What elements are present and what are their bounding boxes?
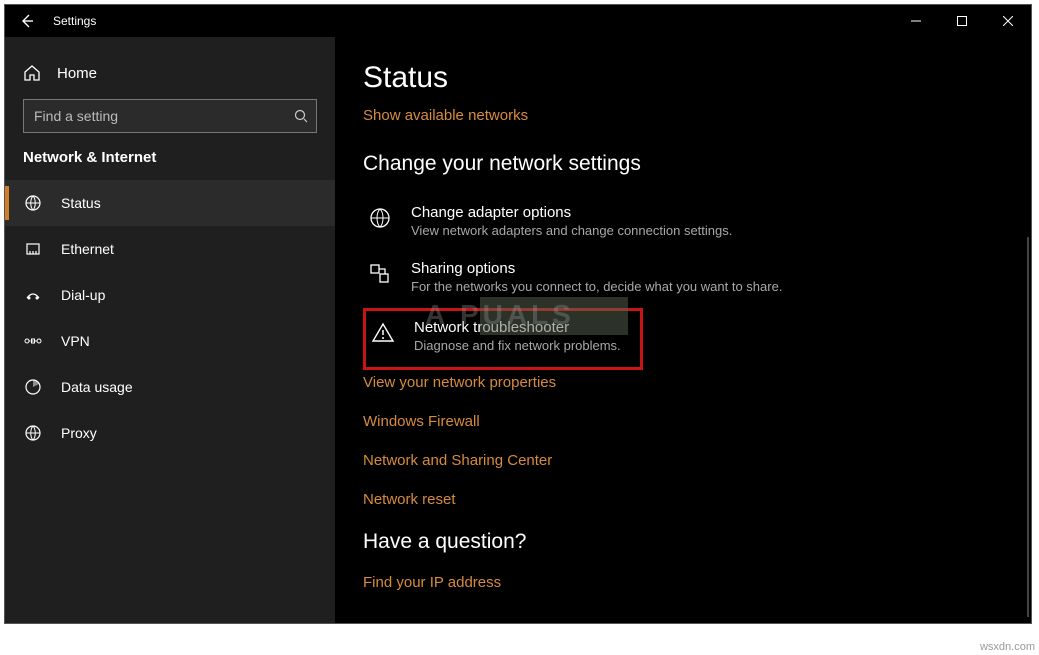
arrow-left-icon: [19, 13, 35, 29]
page-title: Status: [363, 61, 1003, 95]
search-input[interactable]: [34, 108, 294, 124]
main-content: Status Show available networks Change yo…: [335, 37, 1031, 623]
globe-icon: [23, 194, 43, 212]
search-box[interactable]: [23, 99, 317, 133]
option-title: Sharing options: [411, 260, 782, 277]
dialup-icon: [23, 286, 43, 304]
option-desc: For the networks you connect to, decide …: [411, 279, 782, 294]
back-button[interactable]: [5, 5, 49, 37]
sidebar-item-label: Proxy: [61, 425, 97, 441]
change-settings-heading: Change your network settings: [363, 152, 1003, 176]
window-title: Settings: [53, 14, 96, 28]
sidebar-item-vpn[interactable]: VPN: [5, 318, 335, 364]
maximize-icon: [957, 16, 967, 26]
category-label: Network & Internet: [5, 149, 335, 166]
adapter-icon: [367, 206, 393, 230]
maximize-button[interactable]: [939, 5, 985, 37]
window-body: Home Network & Internet Status Ethernet: [5, 37, 1031, 623]
ethernet-icon: [23, 240, 43, 258]
option-troubleshooter[interactable]: Network troubleshooter Diagnose and fix …: [363, 308, 643, 370]
home-icon: [23, 64, 41, 82]
link-sharing-center[interactable]: Network and Sharing Center: [363, 452, 1003, 469]
option-change-adapter[interactable]: Change adapter options View network adap…: [363, 196, 1003, 252]
proxy-icon: [23, 424, 43, 442]
link-find-ip[interactable]: Find your IP address: [363, 574, 501, 591]
sidebar-item-dialup[interactable]: Dial-up: [5, 272, 335, 318]
question-heading: Have a question?: [363, 530, 1003, 554]
show-networks-link[interactable]: Show available networks: [363, 107, 528, 124]
option-title: Change adapter options: [411, 204, 732, 221]
sidebar-item-proxy[interactable]: Proxy: [5, 410, 335, 456]
minimize-icon: [911, 16, 921, 26]
sidebar-item-label: VPN: [61, 333, 90, 349]
search-icon: [294, 109, 308, 123]
sidebar-item-label: Status: [61, 195, 101, 211]
titlebar: Settings: [5, 5, 1031, 37]
link-network-reset[interactable]: Network reset: [363, 491, 1003, 508]
question-section: Have a question? Find your IP address: [363, 530, 1003, 595]
warning-icon: [370, 321, 396, 345]
settings-window: Settings Home Network & Internet: [4, 4, 1032, 624]
minimize-button[interactable]: [893, 5, 939, 37]
option-desc: Diagnose and fix network problems.: [414, 338, 621, 353]
close-icon: [1003, 16, 1013, 26]
sharing-icon: [367, 262, 393, 286]
option-desc: View network adapters and change connect…: [411, 223, 732, 238]
sidebar: Home Network & Internet Status Ethernet: [5, 37, 335, 623]
sidebar-item-label: Ethernet: [61, 241, 114, 257]
option-sharing[interactable]: Sharing options For the networks you con…: [363, 252, 1003, 308]
link-network-properties[interactable]: View your network properties: [363, 374, 1003, 391]
sidebar-item-data-usage[interactable]: Data usage: [5, 364, 335, 410]
home-label: Home: [57, 65, 97, 82]
sidebar-item-label: Dial-up: [61, 287, 105, 303]
option-title: Network troubleshooter: [414, 319, 621, 336]
home-button[interactable]: Home: [5, 51, 335, 95]
link-list: View your network properties Windows Fir…: [363, 374, 1003, 508]
sidebar-item-status[interactable]: Status: [5, 180, 335, 226]
link-windows-firewall[interactable]: Windows Firewall: [363, 413, 1003, 430]
footer-credit: wsxdn.com: [980, 641, 1035, 653]
sidebar-item-ethernet[interactable]: Ethernet: [5, 226, 335, 272]
sidebar-item-label: Data usage: [61, 379, 133, 395]
data-usage-icon: [23, 378, 43, 396]
close-button[interactable]: [985, 5, 1031, 37]
scrollbar[interactable]: [1027, 237, 1029, 617]
vpn-icon: [23, 334, 43, 348]
